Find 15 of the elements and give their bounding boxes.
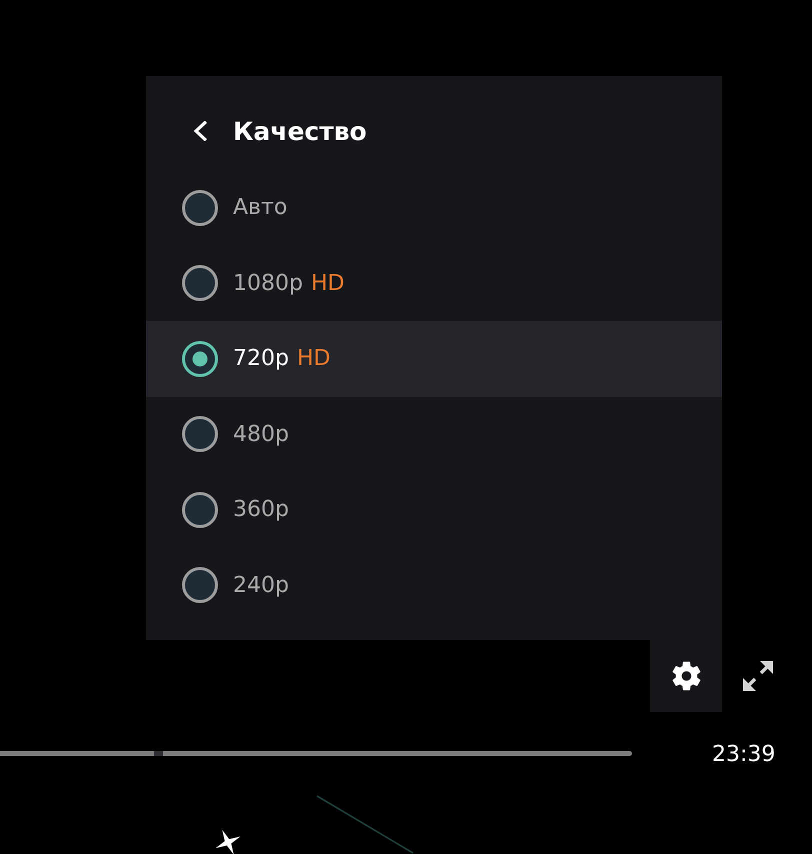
quality-option[interactable]: 480p [146, 396, 722, 472]
time-label: 23:39 [712, 742, 776, 768]
settings-button[interactable] [650, 640, 722, 712]
quality-option[interactable]: 1080p HD [146, 246, 722, 321]
menu-title: Качество [233, 116, 367, 146]
fullscreen-button[interactable] [740, 658, 776, 694]
quality-option[interactable]: Авто [146, 170, 722, 246]
quality-option[interactable]: 240p [146, 548, 722, 623]
quality-option[interactable]: 360p [146, 472, 722, 548]
playhead-marker[interactable] [154, 751, 162, 756]
sparkle-icon [215, 829, 241, 854]
quality-option[interactable]: 720p HD [146, 321, 722, 396]
chevron-left-icon [193, 121, 207, 141]
settings-icon [672, 661, 700, 691]
fullscreen-icon [743, 661, 773, 691]
